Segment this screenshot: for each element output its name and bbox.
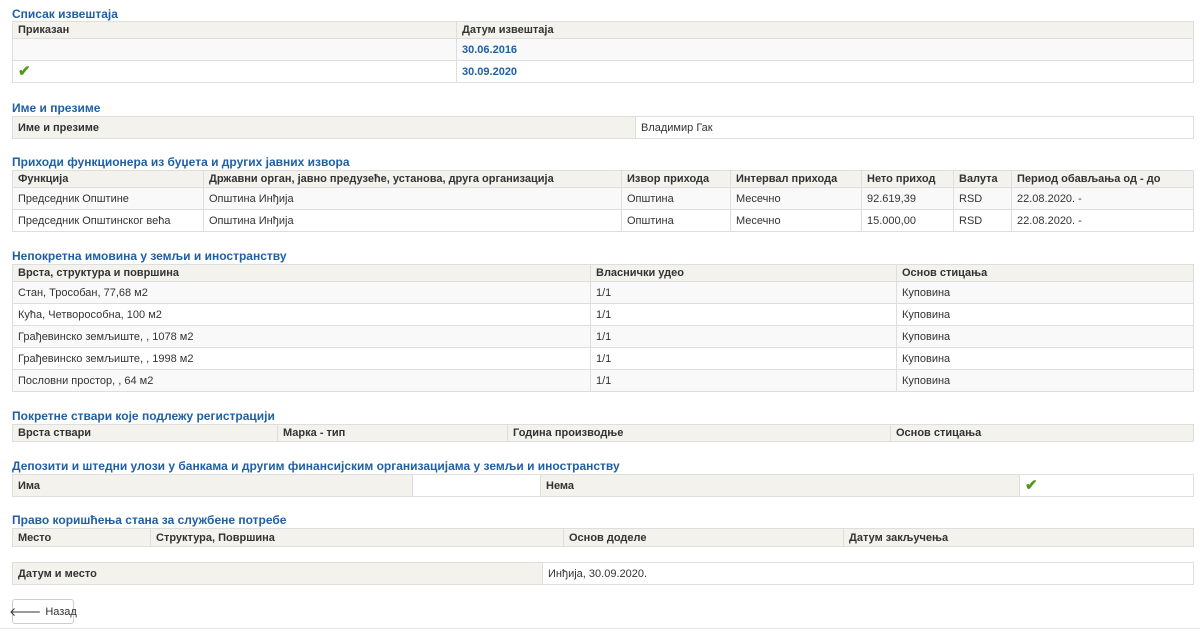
- table-row: Грађевинско земљиште, , 1998 м2 1/1 Купо…: [12, 347, 1194, 370]
- reports-header-date: Датум извештаја: [456, 21, 1194, 39]
- income-cell: 22.08.2020. -: [1011, 187, 1194, 210]
- income-cell: 15.000,00: [861, 209, 954, 232]
- date-place-label: Датум и место: [12, 562, 543, 585]
- name-label: Име и презиме: [12, 116, 636, 139]
- income-cell: Општина: [621, 209, 731, 232]
- deposits-table: Има Нема ✔: [12, 474, 1194, 497]
- property-cell: Куповина: [896, 325, 1194, 348]
- income-cell: RSD: [953, 209, 1012, 232]
- income-cell: Месечно: [730, 209, 862, 232]
- property-cell: Грађевинско земљиште, , 1998 м2: [12, 347, 591, 370]
- income-header-period: Период обављања од - до: [1011, 170, 1194, 188]
- name-value: Владимир Гак: [635, 116, 1194, 139]
- apartment-header-basis: Основ доделе: [563, 528, 844, 547]
- table-row: Стан, Трособан, 77,68 м2 1/1 Куповина: [12, 281, 1194, 304]
- checkmark-icon: ✔: [18, 63, 31, 80]
- report-date-link[interactable]: 30.09.2020: [462, 66, 517, 78]
- property-cell: Стан, Трособан, 77,68 м2: [12, 281, 591, 304]
- date-place-value: Инђија, 30.09.2020.: [542, 562, 1194, 585]
- movables-header-year: Година производње: [507, 424, 891, 442]
- report-date-cell: 30.06.2016: [456, 38, 1194, 61]
- income-cell: Општина Инђија: [203, 209, 622, 232]
- property-header-type: Врста, структура и површина: [12, 264, 591, 282]
- report-shown-cell: ✔: [12, 60, 457, 83]
- property-cell: 1/1: [590, 369, 897, 392]
- income-cell: Општина: [621, 187, 731, 210]
- property-cell: 1/1: [590, 303, 897, 326]
- property-cell: 1/1: [590, 347, 897, 370]
- table-row: Председник Општинског већа Општина Инђиј…: [12, 209, 1194, 232]
- income-header-source: Извор прихода: [621, 170, 731, 188]
- back-button[interactable]: 🡐 Назад: [9, 599, 77, 624]
- arrow-left-icon: 🡐: [9, 604, 42, 619]
- income-header-function: Функција: [12, 170, 204, 188]
- property-cell: 1/1: [590, 281, 897, 304]
- income-header-net: Нето приход: [861, 170, 954, 188]
- apartment-header-date: Датум закључења: [843, 528, 1194, 547]
- deposits-none-value: ✔: [1019, 474, 1194, 497]
- reports-section-title: Списак извештаја: [12, 7, 118, 21]
- movables-section-title: Покретне ствари које подлежу регистрациј…: [12, 409, 275, 423]
- table-row: Грађевинско земљиште, , 1078 м2 1/1 Купо…: [12, 325, 1194, 348]
- property-cell: Куповина: [896, 369, 1194, 392]
- table-row: Пословни простор, , 64 м2 1/1 Куповина: [12, 369, 1194, 392]
- income-header-interval: Интервал прихода: [730, 170, 862, 188]
- income-section-title: Приходи функционера из буџета и других ј…: [12, 155, 350, 169]
- income-cell: Председник Општинског већа: [12, 209, 204, 232]
- income-cell: Месечно: [730, 187, 862, 210]
- property-cell: Куповина: [896, 303, 1194, 326]
- income-header-organ: Државни орган, јавно предузеће, установа…: [203, 170, 622, 188]
- income-cell: RSD: [953, 187, 1012, 210]
- property-table: Врста, структура и површина Власнички уд…: [12, 264, 1194, 392]
- divider: [0, 628, 1200, 629]
- income-cell: 92.619,39: [861, 187, 954, 210]
- property-header-basis: Основ стицања: [896, 264, 1194, 282]
- movables-header-model: Марка - тип: [277, 424, 508, 442]
- income-cell: 22.08.2020. -: [1011, 209, 1194, 232]
- movables-header-basis: Основ стицања: [890, 424, 1194, 442]
- apartment-table: Место Структура, Површина Основ доделе Д…: [12, 528, 1194, 547]
- property-cell: Пословни простор, , 64 м2: [12, 369, 591, 392]
- property-section-title: Непокретна имовина у земљи и иностранств…: [12, 249, 287, 263]
- deposits-section-title: Депозити и штедни улози у банкама и друг…: [12, 459, 620, 473]
- property-cell: 1/1: [590, 325, 897, 348]
- apartment-section-title: Право коришћења стана за службене потреб…: [12, 513, 287, 527]
- property-cell: Кућа, Четворособна, 100 м2: [12, 303, 591, 326]
- checkmark-icon: ✔: [1025, 477, 1038, 494]
- income-header-currency: Валута: [953, 170, 1012, 188]
- back-button-label: Назад: [45, 605, 77, 618]
- deposits-has-value: [412, 474, 541, 497]
- report-row[interactable]: 30.06.2016: [12, 38, 1194, 61]
- property-cell: Куповина: [896, 281, 1194, 304]
- name-table: Име и презиме Владимир Гак: [12, 116, 1194, 139]
- reports-header-shown: Приказан: [12, 21, 457, 39]
- apartment-header-place: Место: [12, 528, 151, 547]
- report-shown-cell: [12, 38, 457, 61]
- property-cell: Куповина: [896, 347, 1194, 370]
- report-date-link[interactable]: 30.06.2016: [462, 44, 517, 56]
- property-cell: Грађевинско земљиште, , 1078 м2: [12, 325, 591, 348]
- movables-table: Врста ствари Марка - тип Година производ…: [12, 424, 1194, 442]
- reports-table: Приказан Датум извештаја 30.06.2016 ✔ 30…: [12, 21, 1194, 83]
- name-section-title: Име и презиме: [12, 101, 101, 115]
- report-date-cell: 30.09.2020: [456, 60, 1194, 83]
- income-cell: Општина Инђија: [203, 187, 622, 210]
- movables-header-type: Врста ствари: [12, 424, 278, 442]
- report-row[interactable]: ✔ 30.09.2020: [12, 60, 1194, 83]
- apartment-header-structure: Структура, Површина: [150, 528, 564, 547]
- table-row: Председник Општине Општина Инђија Општин…: [12, 187, 1194, 210]
- deposits-has-label: Има: [12, 474, 413, 497]
- table-row: Кућа, Четворособна, 100 м2 1/1 Куповина: [12, 303, 1194, 326]
- date-place-table: Датум и место Инђија, 30.09.2020.: [12, 562, 1194, 585]
- income-cell: Председник Општине: [12, 187, 204, 210]
- deposits-none-label: Нема: [540, 474, 1020, 497]
- income-table: Функција Државни орган, јавно предузеће,…: [12, 170, 1194, 232]
- property-header-share: Власнички удео: [590, 264, 897, 282]
